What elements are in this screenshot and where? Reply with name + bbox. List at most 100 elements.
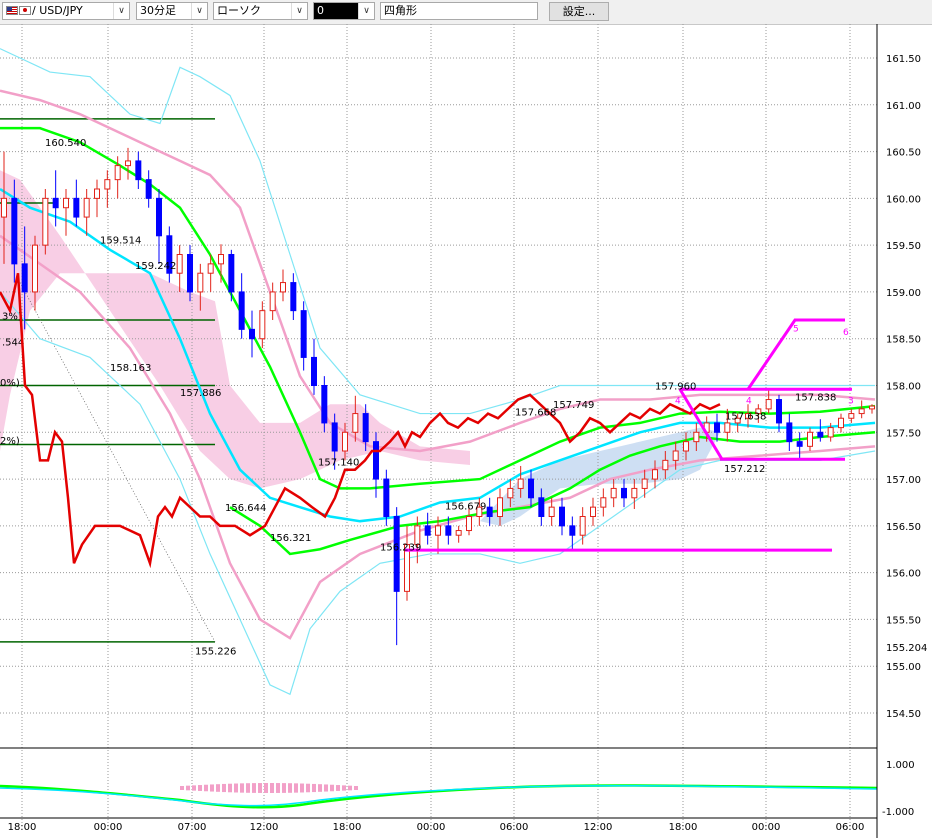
y-tick-label: 160.00	[886, 194, 921, 205]
oscillator-histogram-bar	[288, 783, 292, 793]
candle-body	[672, 450, 679, 461]
oscillator-histogram-bar	[252, 783, 256, 793]
timeframe-select[interactable]: 30分足 ∨	[136, 2, 208, 20]
candle-body	[600, 497, 607, 508]
zigzag-label: 4	[675, 397, 681, 407]
x-tick-label: 07:00	[178, 822, 207, 833]
candle-body	[238, 291, 245, 330]
candle-body	[693, 431, 700, 443]
candle-body	[590, 506, 596, 517]
oscillator-histogram-bar	[246, 783, 250, 793]
candle-body	[269, 291, 276, 312]
oscillator-histogram-bar	[330, 784, 334, 792]
price-annotation: 157.212	[724, 464, 765, 475]
candle-body	[507, 487, 514, 499]
candle-body	[528, 478, 534, 499]
oscillator-histogram-bar	[324, 784, 328, 792]
oscillator-histogram-bar	[216, 784, 220, 792]
x-tick-label: 18:00	[8, 822, 37, 833]
oscillator-histogram-bar	[306, 783, 310, 793]
price-annotation: 157.749	[553, 400, 594, 411]
chevron-down-icon: ∨	[291, 3, 307, 19]
price-annotation: 157.886	[180, 388, 221, 399]
oscillator-histogram-bar	[354, 786, 358, 790]
candle-body	[197, 272, 204, 293]
y-tick-label: 161.00	[886, 101, 921, 112]
candle-body	[538, 497, 545, 517]
y-tick-label: 156.00	[886, 569, 921, 580]
y-tick-label: 157.50	[886, 428, 921, 439]
candle-body	[63, 197, 69, 209]
candle-body	[393, 516, 400, 592]
y-tick-label: 155.00	[886, 662, 921, 673]
candle-body	[641, 478, 648, 489]
x-tick-label: 00:00	[417, 822, 446, 833]
candle-body	[714, 422, 720, 433]
zigzag-label: 6	[843, 328, 849, 338]
oscillator-histogram-bar	[276, 783, 280, 793]
candle-body	[559, 506, 565, 527]
y-tick-label: 161.50	[886, 54, 921, 65]
price-annotation: 159.242	[135, 261, 176, 272]
y-tick-label: 158.50	[886, 335, 921, 346]
oscillator-histogram-bar	[348, 785, 352, 791]
symbol-select[interactable]: / USD/JPY ∨	[2, 2, 130, 20]
candle-body	[1, 197, 7, 218]
candle-body	[42, 197, 49, 246]
price-annotation: 155.226	[195, 646, 236, 657]
candle-body	[290, 282, 297, 312]
zigzag-label: 5	[793, 324, 799, 334]
oscillator-histogram-bar	[282, 783, 286, 793]
osc-tick-label: -1.000	[882, 807, 914, 818]
draw-shape-field[interactable]: 四角形	[380, 2, 538, 20]
y-tick-label: 156.50	[886, 522, 921, 533]
candle-body	[765, 399, 772, 410]
osc-tick-label: 1.000	[886, 760, 915, 771]
price-annotation: 157.668	[515, 408, 556, 419]
timeframe-label: 30分足	[140, 4, 176, 17]
price-annotation: 158.163	[110, 363, 151, 374]
y-tick-label: 154.50	[886, 709, 921, 720]
price-annotation: 156.644	[225, 503, 266, 514]
candle-body	[776, 399, 782, 424]
x-tick-label: 12:00	[250, 822, 279, 833]
candle-body	[187, 254, 193, 293]
candle-body	[207, 263, 214, 274]
oscillator-histogram-bar	[234, 783, 238, 793]
price-annotation: 156.321	[270, 533, 311, 544]
y-tick-label: 159.50	[886, 241, 921, 252]
draw-tool-select[interactable]: 0 ∨	[313, 2, 375, 20]
price-annotation: 157.960	[655, 382, 696, 393]
candle-body	[104, 179, 111, 190]
candle-body	[445, 525, 452, 536]
bollinger-upper-1	[0, 89, 876, 453]
price-annotation: 157.638	[725, 411, 766, 422]
oscillator-histogram-bar	[222, 783, 226, 793]
candle-body	[466, 516, 472, 532]
draw-shape-label: 四角形	[384, 4, 417, 17]
candle-body	[94, 188, 100, 199]
candle-body	[32, 244, 38, 293]
toolbar: / USD/JPY ∨ 30分足 ∨ ローソク ∨ 0 ∨ 四角形 設定...	[0, 0, 932, 25]
price-chart[interactable]: 3%).5440%)2%) 4 45 63 160.540159.514159.24…	[0, 24, 932, 838]
candle-body	[228, 254, 235, 293]
candle-body	[331, 422, 338, 452]
jp-flag-icon	[19, 6, 31, 15]
draw-tool-value: 0	[317, 4, 324, 17]
candle-body	[218, 254, 224, 265]
y-tick-label: 157.00	[886, 475, 921, 486]
candle-body	[21, 263, 28, 293]
settings-button[interactable]: 設定...	[549, 2, 609, 21]
candle-body	[610, 487, 617, 499]
candle-body	[569, 525, 576, 536]
candle-body	[631, 487, 638, 499]
x-tick-label: 06:00	[836, 822, 865, 833]
candle-body	[662, 459, 669, 471]
candle-body	[807, 431, 813, 447]
price-annotation: 159.514	[100, 236, 141, 247]
chart-style-select[interactable]: ローソク ∨	[213, 2, 308, 20]
candle-body	[73, 197, 80, 218]
oscillator-histogram-bar	[258, 783, 262, 793]
candle-body	[145, 179, 152, 199]
oscillator-histogram-bar	[204, 784, 208, 792]
